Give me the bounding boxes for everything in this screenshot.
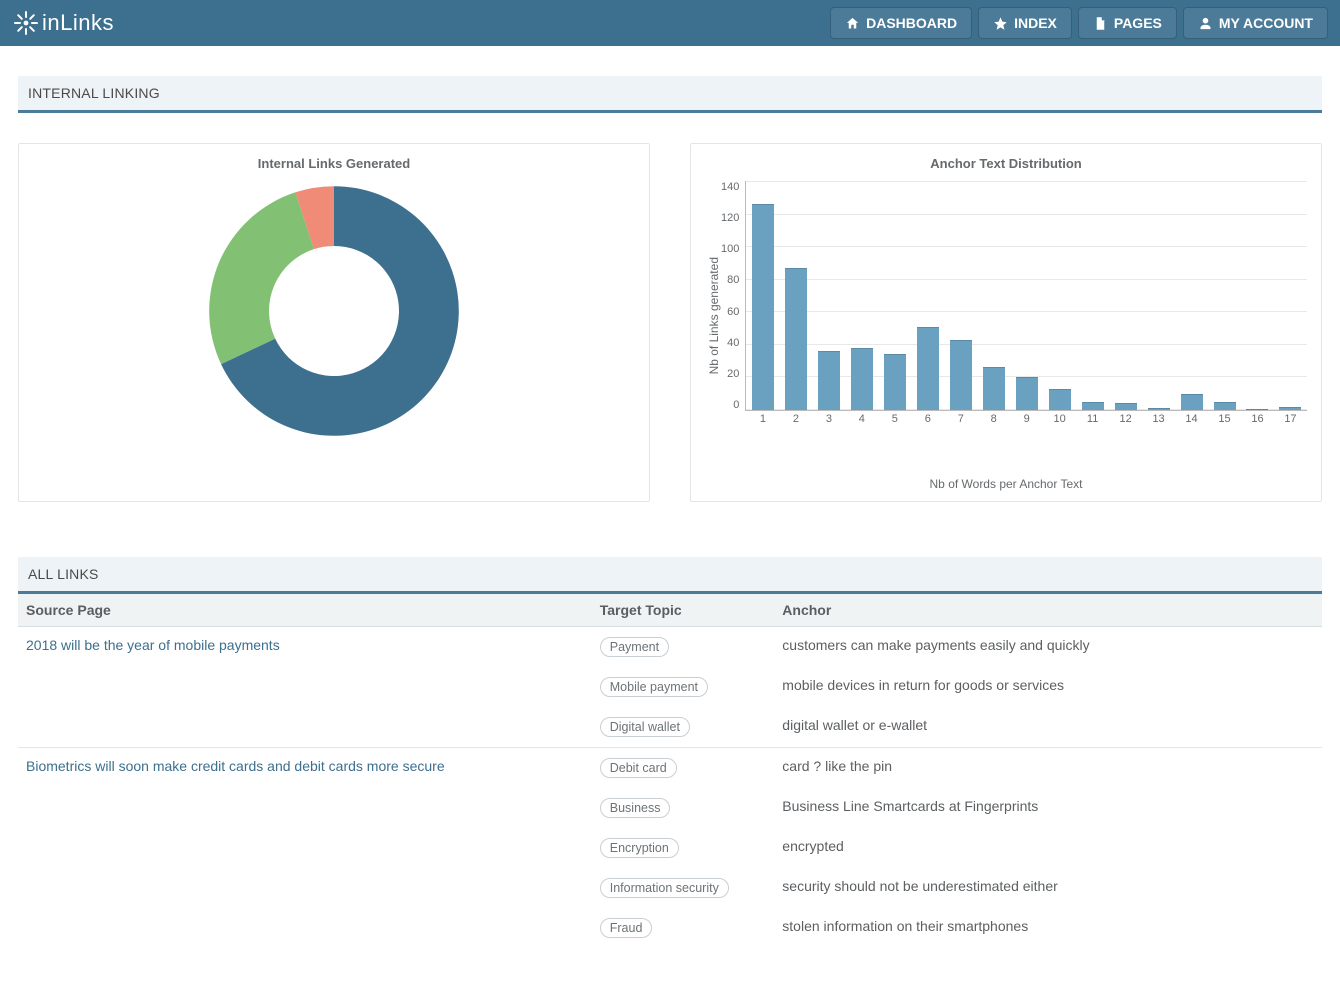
topic-pill[interactable]: Digital wallet: [600, 717, 690, 737]
nav-dashboard-label: DASHBOARD: [866, 15, 957, 31]
section-internal-linking-heading: INTERNAL LINKING: [18, 76, 1322, 113]
topic-pill[interactable]: Fraud: [600, 918, 653, 938]
all-links-table: Source Page Target Topic Anchor 2018 wil…: [18, 594, 1322, 948]
bar-14[interactable]: [1181, 394, 1203, 410]
topic-pill[interactable]: Payment: [600, 637, 669, 657]
topic-pill[interactable]: Information security: [600, 878, 729, 898]
anchor-text: stolen information on their smartphones: [774, 908, 1322, 948]
bar-y-ticks: 140120100806040200: [721, 181, 745, 411]
nav-account-label: MY ACCOUNT: [1219, 15, 1313, 31]
home-icon: [845, 16, 860, 31]
table-row: Information security security should not …: [18, 868, 1322, 908]
chart-anchor-distribution-title: Anchor Text Distribution: [705, 156, 1307, 171]
anchor-text: digital wallet or e-wallet: [774, 707, 1322, 748]
table-row: Mobile payment mobile devices in return f…: [18, 667, 1322, 707]
th-target-topic: Target Topic: [592, 594, 775, 627]
charts-row: Internal Links Generated Anchor Text Dis…: [18, 143, 1322, 502]
anchor-text: security should not be underestimated ei…: [774, 868, 1322, 908]
bar-2[interactable]: [785, 268, 807, 410]
bar-9[interactable]: [1016, 377, 1038, 410]
bar-13[interactable]: [1148, 408, 1170, 410]
file-icon: [1093, 16, 1108, 31]
table-row: Encryption encrypted: [18, 828, 1322, 868]
nav-index-button[interactable]: INDEX: [978, 7, 1072, 39]
bar-xlabel: Nb of Words per Anchor Text: [705, 477, 1307, 491]
brand-sunburst-icon: [14, 11, 38, 35]
bar-4[interactable]: [851, 348, 873, 410]
bar-15[interactable]: [1214, 402, 1236, 410]
table-row: Digital wallet digital wallet or e-wallet: [18, 707, 1322, 748]
chart-internal-links: Internal Links Generated: [18, 143, 650, 502]
chart-internal-links-title: Internal Links Generated: [33, 156, 635, 171]
bar-11[interactable]: [1082, 402, 1104, 410]
bar-plot-area: 1234567891011121314151617: [745, 181, 1307, 411]
table-row: 2018 will be the year of mobile payments…: [18, 627, 1322, 668]
anchor-text: card ? like the pin: [774, 748, 1322, 789]
topic-pill[interactable]: Debit card: [600, 758, 677, 778]
brand-logo[interactable]: inLinks: [14, 10, 114, 36]
bar-6[interactable]: [917, 327, 939, 410]
navbar: inLinks DASHBOARD INDEX PAGES MY ACCOUNT: [0, 0, 1340, 46]
th-source-page: Source Page: [18, 594, 592, 627]
anchor-text: mobile devices in return for goods or se…: [774, 667, 1322, 707]
nav-dashboard-button[interactable]: DASHBOARD: [830, 7, 972, 39]
bar-12[interactable]: [1115, 403, 1137, 410]
nav-pages-label: PAGES: [1114, 15, 1162, 31]
section-all-links-heading: ALL LINKS: [18, 557, 1322, 594]
anchor-text: customers can make payments easily and q…: [774, 627, 1322, 668]
anchor-text: encrypted: [774, 828, 1322, 868]
nav-buttons: DASHBOARD INDEX PAGES MY ACCOUNT: [830, 7, 1328, 39]
donut-chart: [204, 181, 464, 441]
topic-pill[interactable]: Encryption: [600, 838, 679, 858]
bar-3[interactable]: [818, 351, 840, 410]
table-row: Business Business Line Smartcards at Fing…: [18, 788, 1322, 828]
table-row: Fraud stolen information on their smartph…: [18, 908, 1322, 948]
star-icon: [993, 16, 1008, 31]
nav-pages-button[interactable]: PAGES: [1078, 7, 1177, 39]
nav-index-label: INDEX: [1014, 15, 1057, 31]
th-anchor: Anchor: [774, 594, 1322, 627]
chart-anchor-distribution: Anchor Text Distribution Nb of Links gen…: [690, 143, 1322, 502]
bar-8[interactable]: [983, 367, 1005, 410]
source-page-link[interactable]: Biometrics will soon make credit cards a…: [26, 758, 445, 774]
source-page-link[interactable]: 2018 will be the year of mobile payments: [26, 637, 280, 653]
topic-pill[interactable]: Mobile payment: [600, 677, 708, 697]
topic-pill[interactable]: Business: [600, 798, 671, 818]
bar-7[interactable]: [950, 340, 972, 410]
table-row: Biometrics will soon make credit cards a…: [18, 748, 1322, 789]
bar-16[interactable]: [1246, 409, 1268, 410]
donut-slice-green[interactable]: [209, 192, 314, 364]
bar-ylabel: Nb of Links generated: [705, 257, 721, 374]
bar-5[interactable]: [884, 354, 906, 410]
bar-10[interactable]: [1049, 389, 1071, 410]
bar-17[interactable]: [1279, 407, 1301, 410]
brand-name: inLinks: [42, 10, 114, 36]
user-icon: [1198, 16, 1213, 31]
bar-1[interactable]: [752, 204, 774, 410]
nav-account-button[interactable]: MY ACCOUNT: [1183, 7, 1328, 39]
anchor-text: Business Line Smartcards at Fingerprints: [774, 788, 1322, 828]
